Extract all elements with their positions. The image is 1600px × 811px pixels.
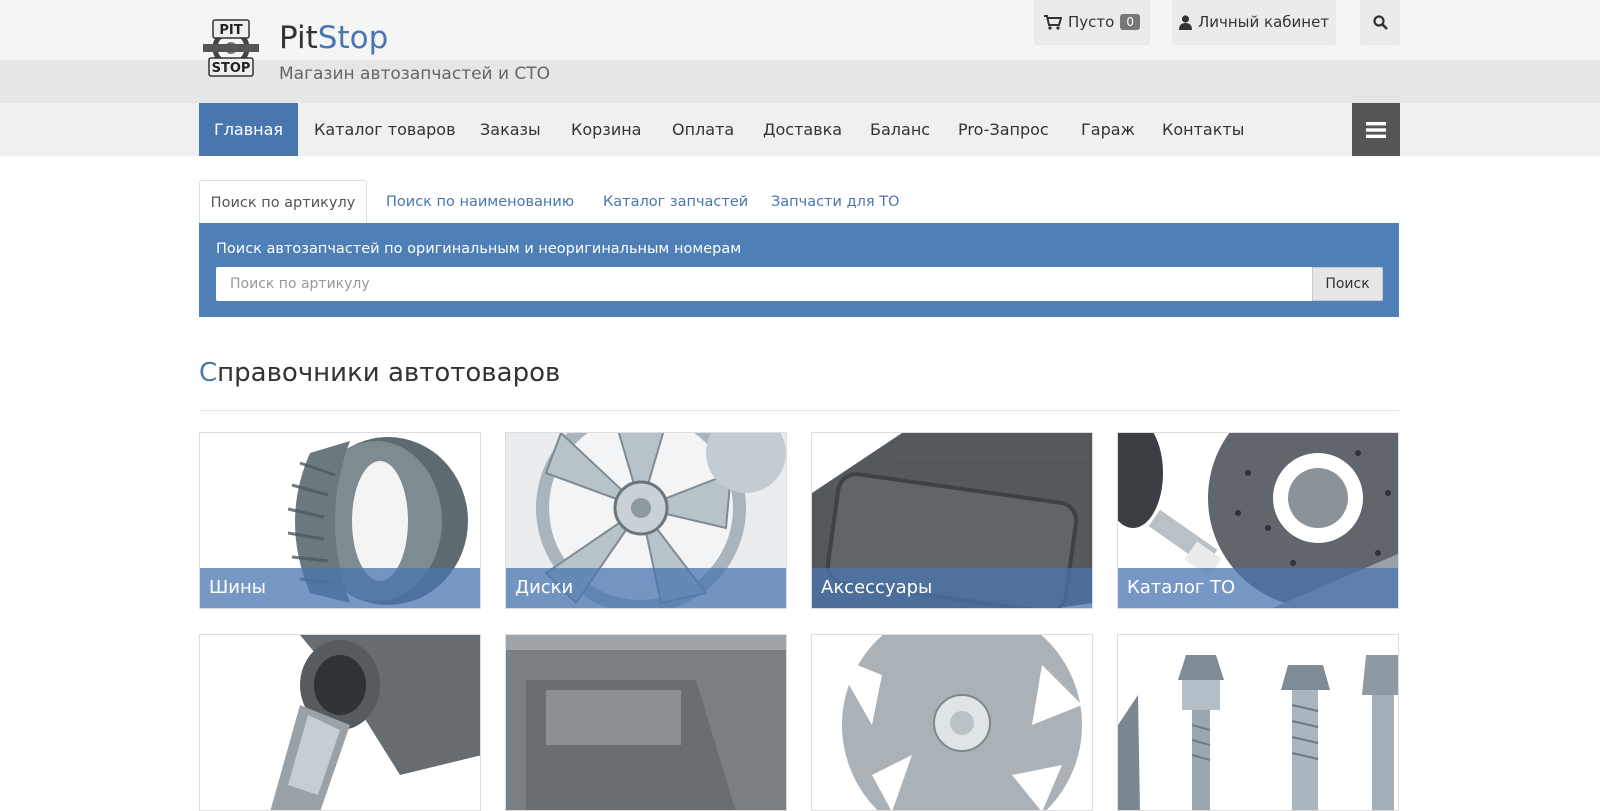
nav-item-orders[interactable]: Заказы — [480, 103, 541, 156]
search-caption: Поиск автозапчастей по оригинальным и не… — [216, 241, 742, 257]
cart-count-badge: 0 — [1120, 14, 1140, 30]
section-divider — [199, 410, 1399, 411]
account-label: Личный кабинет — [1197, 13, 1330, 31]
category-label: Шины — [200, 568, 480, 608]
section-title-first-letter: С — [199, 358, 218, 388]
nav-item-home[interactable]: Главная — [199, 103, 298, 156]
hamburger-icon — [1366, 121, 1386, 138]
header: PIT STOP PitStop Магазин автозапчастей и… — [0, 0, 1600, 103]
brand-name-part1: Pit — [279, 20, 318, 56]
cart-label: Пусто — [1068, 13, 1115, 31]
article-search-input[interactable] — [216, 267, 1312, 301]
nav-item-payment[interactable]: Оплата — [672, 103, 734, 156]
section-title-rest: правочники автотоваров — [217, 358, 561, 388]
search-panel: Поиск автозапчастей по оригинальным и не… — [199, 223, 1399, 317]
search-icon — [1372, 14, 1388, 30]
category-card-tires[interactable]: Шины — [199, 432, 481, 609]
hamburger-menu-button[interactable] — [1352, 103, 1400, 156]
tab-search-by-name[interactable]: Поиск по наименованию — [386, 180, 574, 224]
search-toggle-button[interactable] — [1360, 0, 1400, 44]
section-title: Справочники автотоваров — [199, 358, 560, 388]
cart-button[interactable]: Пусто 0 — [1034, 0, 1150, 44]
category-card-body-parts[interactable] — [505, 634, 787, 811]
tab-parts-catalog[interactable]: Каталог запчастей — [603, 180, 748, 224]
nav-item-contacts[interactable]: Контакты — [1162, 103, 1244, 156]
category-card-maintenance-catalog[interactable]: Каталог ТО — [1117, 432, 1399, 609]
user-icon — [1178, 14, 1192, 30]
nav-item-cart[interactable]: Корзина — [571, 103, 641, 156]
tab-maintenance-parts[interactable]: Запчасти для ТО — [771, 180, 899, 224]
brand-tagline: Магазин автозапчастей и СТО — [279, 64, 551, 84]
nav-item-pro-request[interactable]: Pro-Запрос — [958, 103, 1049, 156]
wheel-cap-image — [812, 635, 1092, 810]
category-label: Диски — [506, 568, 786, 608]
category-card-rims[interactable]: Диски — [505, 432, 787, 609]
category-label: Каталог ТО — [1118, 568, 1398, 608]
exhaust-pipe-image — [200, 635, 480, 810]
account-button[interactable]: Личный кабинет — [1172, 0, 1336, 44]
logo-text-bottom: STOP — [212, 61, 251, 76]
cart-icon — [1044, 14, 1063, 30]
search-tabs: Поиск по артикулу Поиск по наименованию … — [199, 180, 1399, 224]
pitstop-logo[interactable]: PIT STOP — [199, 18, 263, 78]
car-body-panel-image — [506, 635, 786, 810]
tab-search-by-article[interactable]: Поиск по артикулу — [199, 180, 367, 224]
nav-item-garage[interactable]: Гараж — [1081, 103, 1135, 156]
brand-name[interactable]: PitStop — [279, 18, 388, 58]
category-card-exhaust[interactable] — [199, 634, 481, 811]
brand-name-part2: Stop — [317, 20, 389, 56]
nav-item-balance[interactable]: Баланс — [870, 103, 930, 156]
logo-text-top: PIT — [219, 23, 242, 38]
category-card-wheel-caps[interactable] — [811, 634, 1093, 811]
nav-item-catalog[interactable]: Каталог товаров — [314, 103, 456, 156]
category-card-accessories[interactable]: Аксессуары — [811, 432, 1093, 609]
nav-item-delivery[interactable]: Доставка — [763, 103, 842, 156]
search-submit-button[interactable]: Поиск — [1312, 267, 1383, 301]
category-label: Аксессуары — [812, 568, 1092, 608]
wheel-bolts-image — [1118, 635, 1398, 810]
category-card-wheel-bolts[interactable] — [1117, 634, 1399, 811]
